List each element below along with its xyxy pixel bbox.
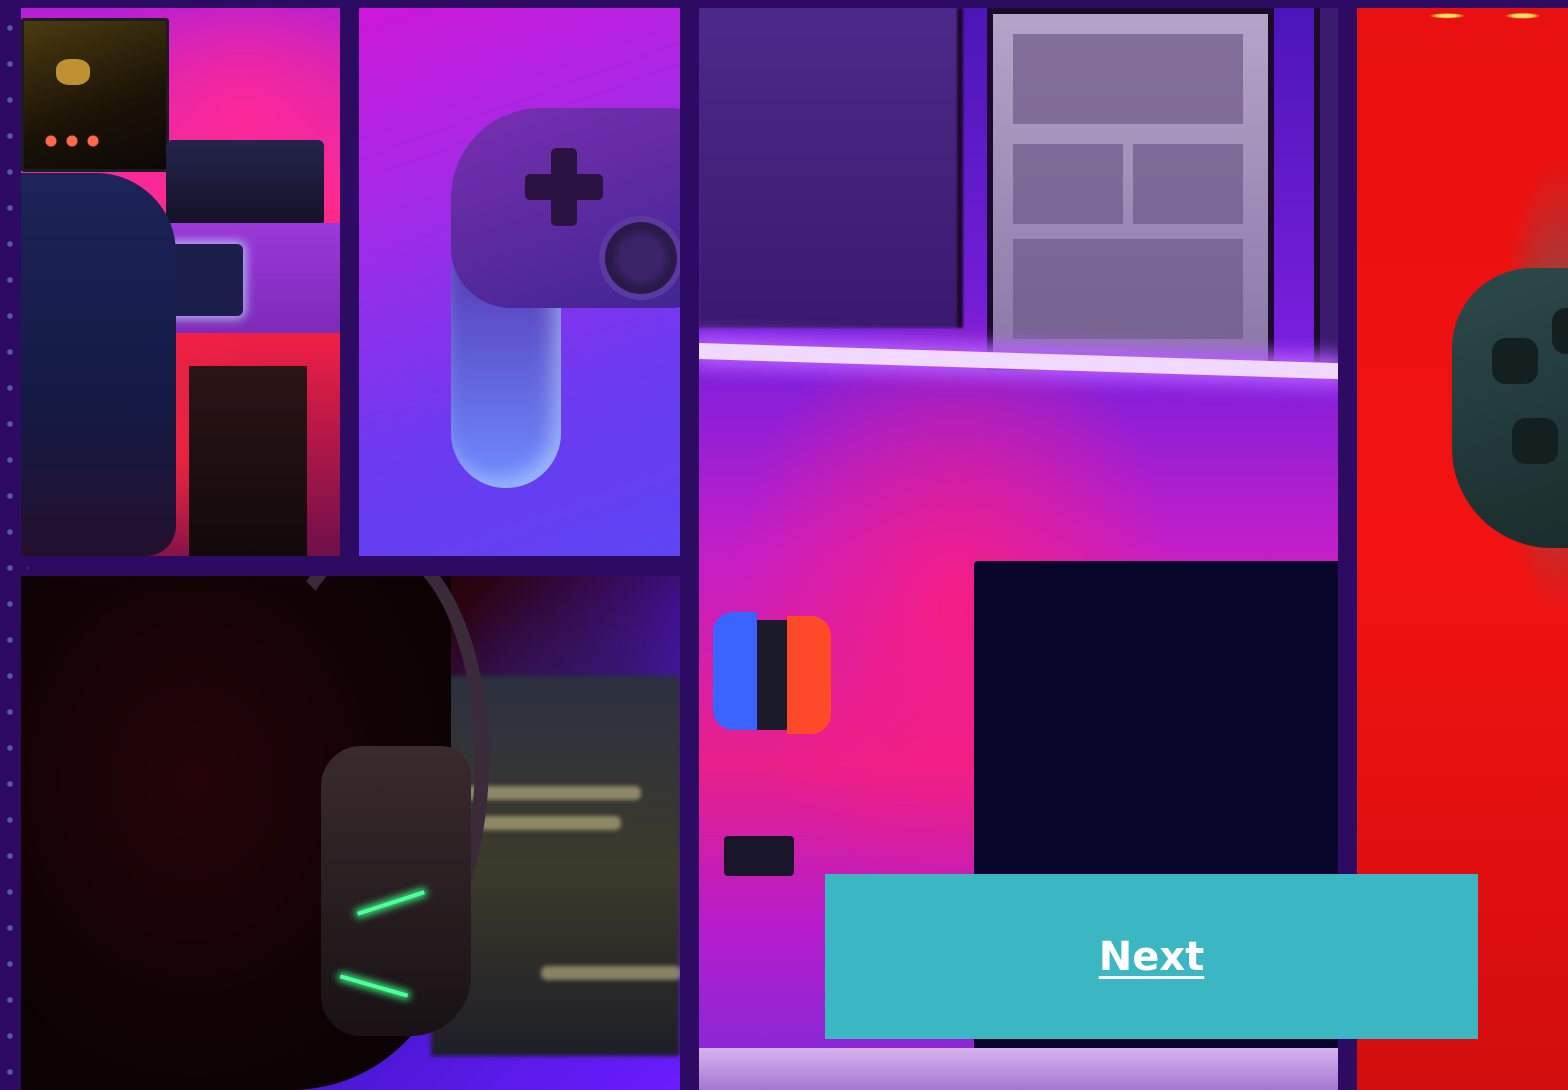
joycon-right xyxy=(787,616,831,734)
controller-photo xyxy=(359,8,680,556)
next-button-label: Next xyxy=(1098,933,1205,980)
router xyxy=(166,140,324,226)
poster-frame-edge xyxy=(1314,8,1338,368)
next-button[interactable]: Next xyxy=(825,874,1478,1039)
controller-body xyxy=(1452,268,1568,548)
gallery-page: Next xyxy=(0,0,1568,1090)
controller-button xyxy=(1492,338,1538,384)
game-logo-glyph xyxy=(56,59,90,85)
joycon-grip xyxy=(757,620,787,730)
comic-panel xyxy=(1013,34,1243,124)
comic-panel xyxy=(1013,239,1243,339)
light-bulbs xyxy=(1417,8,1568,34)
comic-poster-frame xyxy=(987,8,1274,370)
comic-panel xyxy=(1013,144,1123,224)
analog-stick xyxy=(605,222,677,294)
dpad-icon-horizontal xyxy=(525,174,603,200)
pc-tower xyxy=(189,366,307,556)
screen-lights xyxy=(42,133,102,149)
controller-button xyxy=(1552,308,1568,354)
blurred-text-line xyxy=(471,816,621,830)
monitor xyxy=(21,18,169,172)
comic-panel xyxy=(1133,144,1243,224)
controller-button xyxy=(1512,418,1558,464)
blurred-text-line xyxy=(541,966,680,980)
gamer-desk-photo xyxy=(21,8,340,556)
headset-gamer-photo xyxy=(21,576,680,1090)
joycon-left xyxy=(713,612,757,730)
wall-mount xyxy=(724,836,794,876)
person-silhouette xyxy=(21,173,176,556)
poster-frame xyxy=(699,8,963,328)
shelf xyxy=(699,1048,1338,1090)
